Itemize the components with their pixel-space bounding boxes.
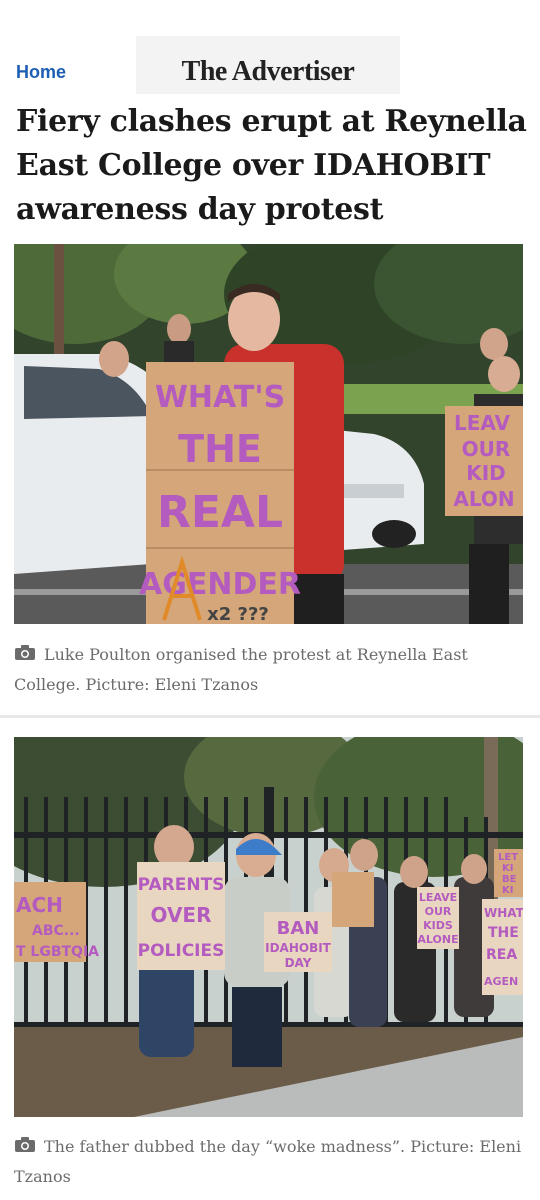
photo-caption-1: Luke Poulton organised the protest at Re…: [14, 640, 526, 700]
sign-ban-line3: DAY: [285, 956, 312, 970]
photo-caption-2-text: The father dubbed the day “woke madness”…: [14, 1137, 522, 1186]
sign-left-line3: T LGBTQIA: [16, 944, 99, 960]
sign-leave-line3: KIDS: [423, 919, 453, 932]
article-photo-2[interactable]: ACH ABC... T LGBTQIA PARENTS OVER POLICI…: [14, 737, 523, 1117]
sign-main-line5: x2 ???: [207, 604, 269, 624]
sign-ban-line1: BAN: [277, 918, 320, 939]
sign-right-line3: KID: [466, 461, 506, 485]
site-logo: The Advertiser: [181, 56, 355, 87]
sign-main-line2: THE: [178, 427, 262, 471]
photo-caption-1-text: Luke Poulton organised the protest at Re…: [14, 645, 468, 694]
article-photo-1[interactable]: WHAT'S THE REAL AGENDER x2 ??? LEAV OUR …: [14, 244, 523, 624]
sign-edge2-line3: REA: [486, 947, 517, 963]
sign-parents-line3: POLICIES: [138, 941, 225, 961]
camera-icon: [15, 645, 35, 660]
photo-caption-2: The father dubbed the day “woke madness”…: [14, 1132, 526, 1192]
sign-ban-line2: IDAHOBIT: [265, 941, 332, 955]
article-headline: Fiery clashes erupt at Reynella East Col…: [16, 104, 527, 227]
sign-right-line2: OUR: [462, 437, 511, 461]
logo-box[interactable]: The Advertiser: [136, 36, 400, 94]
section-divider: [0, 715, 540, 718]
sign-edge1-line1: LET: [498, 852, 518, 863]
sign-edge1-line2: KI: [502, 863, 513, 874]
sign-leave-line2: OUR: [425, 905, 452, 918]
sign-left-line1: ACH: [16, 893, 63, 917]
sign-parents-line2: OVER: [150, 903, 211, 927]
sign-edge1-line3: BE: [502, 874, 517, 885]
sign-main-line4: AGENDER: [139, 567, 301, 602]
photo-2-scene: ACH ABC... T LGBTQIA PARENTS OVER POLICI…: [14, 737, 523, 1117]
sign-leave-line1: LEAVE: [419, 891, 457, 904]
sign-left-line2: ABC...: [32, 923, 80, 939]
sign-parents-line1: PARENTS: [138, 875, 225, 895]
sign-edge2-line4: AGEN: [484, 975, 518, 988]
camera-icon: [15, 1137, 35, 1152]
sign-edge2-line2: THE: [488, 925, 519, 941]
masthead: Home The Advertiser: [0, 34, 540, 96]
sign-edge1-line4: KI: [502, 885, 513, 896]
sign-leave-line4: ALONE: [417, 933, 458, 946]
home-link[interactable]: Home: [16, 62, 66, 83]
sign-main-line1: WHAT'S: [155, 380, 285, 415]
sign-right-line4: ALON: [453, 487, 514, 511]
sign-edge2-line1: WHAT: [484, 906, 523, 920]
photo-1-scene: WHAT'S THE REAL AGENDER x2 ??? LEAV OUR …: [14, 244, 523, 624]
sign-right-line1: LEAV: [454, 411, 511, 435]
sign-main-line3: REAL: [157, 487, 283, 538]
